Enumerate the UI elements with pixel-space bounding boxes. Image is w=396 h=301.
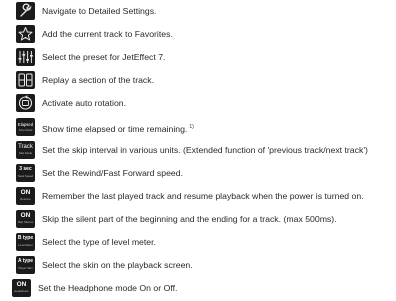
auto-rotation-icon [16, 94, 35, 112]
silence-skip-on-icon: ON Skip Silence [16, 210, 35, 228]
icon-label: A type [17, 258, 34, 264]
legend-description: Show time elapsed or time remaining. 1) [42, 120, 194, 136]
legend-row: ON Skip Silence Skip the silent part of … [0, 210, 396, 228]
headphone-mode-on-icon: ON Headphone [12, 279, 31, 297]
track-skip-icon: Track Skip Mode [16, 141, 35, 159]
elapsed-time-icon: Elapsed Time Mode [16, 118, 35, 136]
legend-row: ON Resume Remember the last played track… [0, 187, 396, 205]
star-icon [16, 25, 35, 43]
icon-sublabel: Player Skin [18, 266, 33, 270]
legend-description: Set the skip interval in various units. … [42, 145, 368, 155]
legend-row: Add the current track to Favorites. [0, 25, 396, 43]
icon-sublabel: Time Mode [18, 128, 33, 132]
legend-row: A type Player Skin Select the skin on th… [0, 256, 396, 274]
legend-description: Select the type of level meter. [42, 237, 156, 247]
skin-icon: A type Player Skin [16, 256, 35, 274]
description-text: Show time elapsed or time remaining. [42, 123, 188, 134]
legend-row: ON Headphone Set the Headphone mode On o… [0, 279, 396, 297]
legend-description: Set the Headphone mode On or Off. [38, 283, 178, 293]
legend-description: Navigate to Detailed Settings. [42, 6, 157, 16]
icon-label: Elapsed [17, 122, 34, 127]
legend-description: Remember the last played track and resum… [42, 191, 364, 201]
icon-sublabel: Level Meter [18, 243, 33, 247]
legend-row: Select the preset for JetEffect 7. [0, 48, 396, 66]
resume-on-icon: ON Resume [16, 187, 35, 205]
legend-row: Activate auto rotation. [0, 94, 396, 112]
icon-sublabel: Skip Silence [17, 220, 34, 224]
icon-sublabel: Skip Mode [18, 151, 33, 155]
icon-sublabel: Resume [20, 197, 31, 201]
equalizer-sliders-icon [16, 48, 35, 66]
icon-sublabel: Headphone [14, 289, 29, 293]
icon-label: ON [20, 189, 31, 196]
legend-description: Replay a section of the track. [42, 75, 155, 85]
legend-row: 3 sec Seek Speed Set the Rewind/Fast For… [0, 164, 396, 182]
legend-row: Elapsed Time Mode Show time elapsed or t… [0, 118, 396, 136]
icon-label: Track [18, 144, 33, 150]
icon-label: B type [17, 235, 34, 241]
footnote-marker: 1) [189, 124, 194, 130]
legend-description: Skip the silent part of the beginning an… [42, 214, 337, 224]
legend-row: B type Level Meter Select the type of le… [0, 233, 396, 251]
level-meter-icon: B type Level Meter [16, 233, 35, 251]
icon-sublabel: Seek Speed [17, 174, 34, 178]
icon-label: ON [20, 212, 31, 219]
icon-label: ON [16, 281, 27, 288]
legend-description: Add the current track to Favorites. [42, 29, 173, 39]
legend-row: Replay a section of the track. [0, 71, 396, 89]
legend-row: Navigate to Detailed Settings. [0, 2, 396, 20]
seek-speed-icon: 3 sec Seek Speed [16, 164, 35, 182]
legend-description: Select the preset for JetEffect 7. [42, 52, 166, 62]
icon-legend: Navigate to Detailed Settings. Add the c… [0, 0, 396, 301]
wrench-icon [16, 2, 35, 20]
legend-description: Select the skin on the playback screen. [42, 260, 193, 270]
legend-description: Set the Rewind/Fast Forward speed. [42, 168, 183, 178]
ab-repeat-icon [16, 71, 35, 89]
icon-label: 3 sec [19, 166, 32, 172]
legend-description: Activate auto rotation. [42, 98, 127, 108]
legend-row: Track Skip Mode Set the skip interval in… [0, 141, 396, 159]
